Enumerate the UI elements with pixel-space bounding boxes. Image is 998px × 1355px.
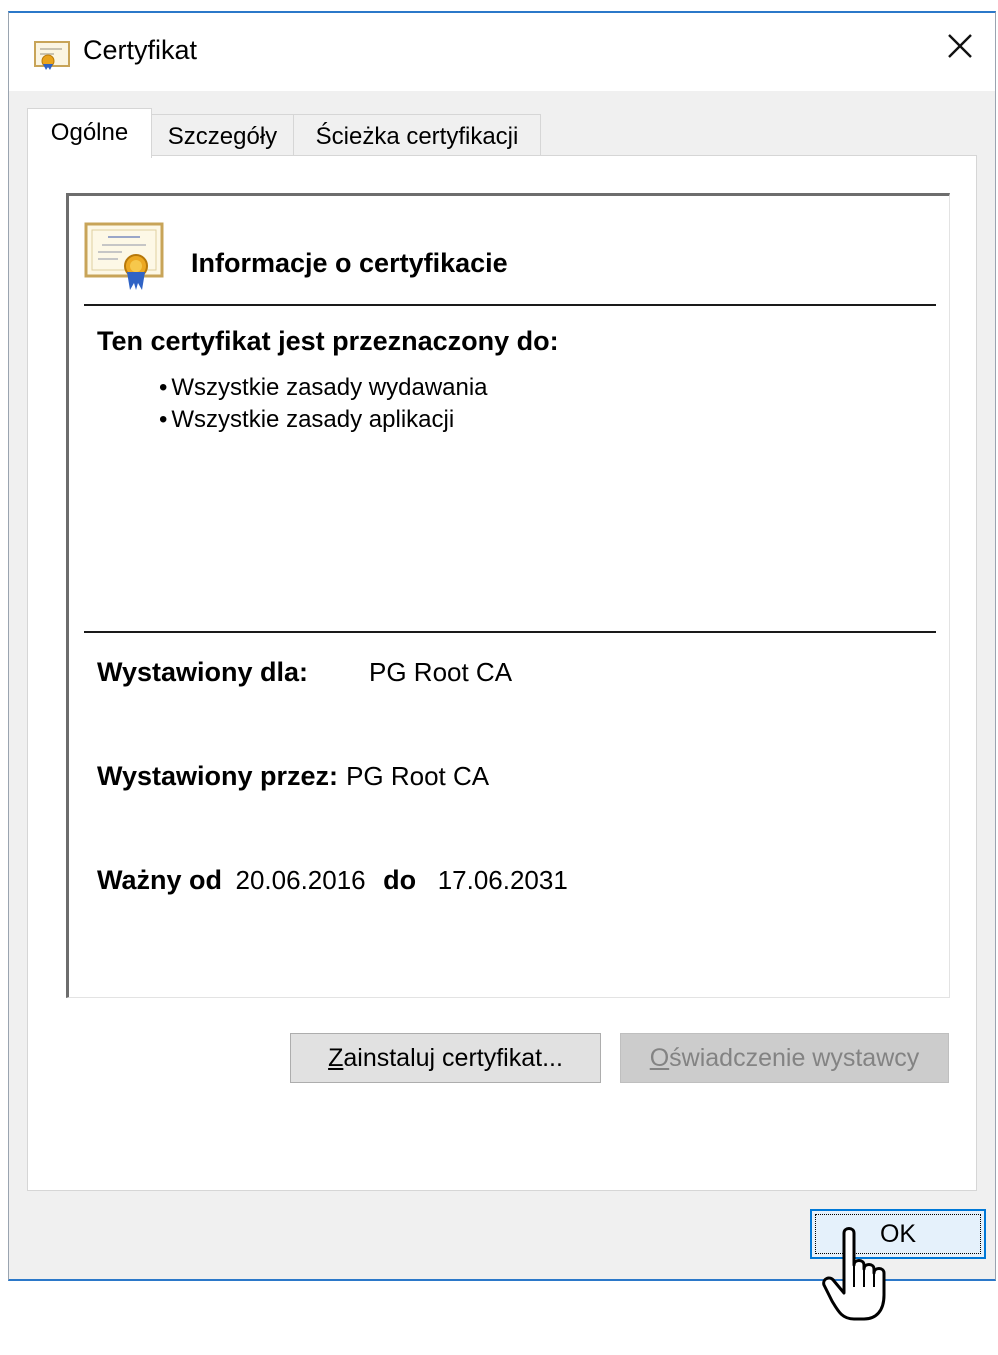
install-certificate-button[interactable]: Zainstaluj certyfikat... (290, 1033, 601, 1083)
purpose-heading: Ten certyfikat jest przeznaczony do: (97, 326, 559, 356)
certificate-dialog: Certyfikat Ogólne Szczegóły Ścieżka cert… (8, 11, 996, 1281)
certificate-info-frame: Informacje o certyfikacie Ten certyfikat… (66, 193, 950, 998)
general-tab-panel: Informacje o certyfikacie Ten certyfikat… (27, 155, 977, 1191)
tab-label: Szczegóły (167, 123, 278, 150)
button-label: ainstaluj certyfikat... (343, 1043, 563, 1072)
valid-from-value: 20.06.2016 (235, 865, 366, 895)
issued-to-label: Wystawiony dla: (97, 657, 309, 687)
tab-label: Ścieżka certyfikacji (315, 123, 519, 150)
validity-row: Ważny od 20.06.2016 do 17.06.2031 (97, 865, 568, 896)
button-label: świadczenie wystawcy (669, 1043, 920, 1072)
tab-details[interactable]: Szczegóły (151, 114, 294, 156)
list-item: Wszystkie zasady aplikacji (159, 404, 488, 436)
certificate-large-icon (84, 220, 168, 297)
issued-to-value: PG Root CA (369, 657, 513, 687)
button-mnemonic: O (649, 1043, 670, 1072)
close-button[interactable] (925, 13, 995, 83)
info-title: Informacje o certyfikacie (191, 248, 508, 278)
valid-to-label: do (383, 865, 417, 895)
issued-by-row: Wystawiony przez: PG Root CA (97, 761, 489, 792)
issued-by-label: Wystawiony przez: (97, 761, 339, 791)
close-icon (946, 32, 974, 65)
tab-certification-path[interactable]: Ścieżka certyfikacji (293, 114, 541, 156)
divider (84, 304, 936, 306)
tab-label: Ogólne (50, 119, 129, 146)
divider (84, 631, 936, 633)
issuer-statement-button[interactable]: Oświadczenie wystawcy (620, 1033, 949, 1083)
button-mnemonic: Z (328, 1043, 344, 1072)
issued-to-row: Wystawiony dla: PG Root CA (97, 657, 512, 688)
purpose-list: Wszystkie zasady wydawania Wszystkie zas… (159, 372, 488, 436)
certificate-icon (34, 40, 70, 75)
valid-from-label: Ważny od (97, 865, 222, 895)
valid-to-value: 17.06.2031 (437, 865, 568, 895)
hand-pointer-cursor (820, 1225, 900, 1330)
issued-by-value: PG Root CA (346, 761, 490, 791)
window-title: Certyfikat (83, 35, 198, 65)
list-item: Wszystkie zasady wydawania (159, 372, 487, 404)
tab-general[interactable]: Ogólne (27, 108, 152, 158)
title-bar: Certyfikat (9, 13, 995, 91)
